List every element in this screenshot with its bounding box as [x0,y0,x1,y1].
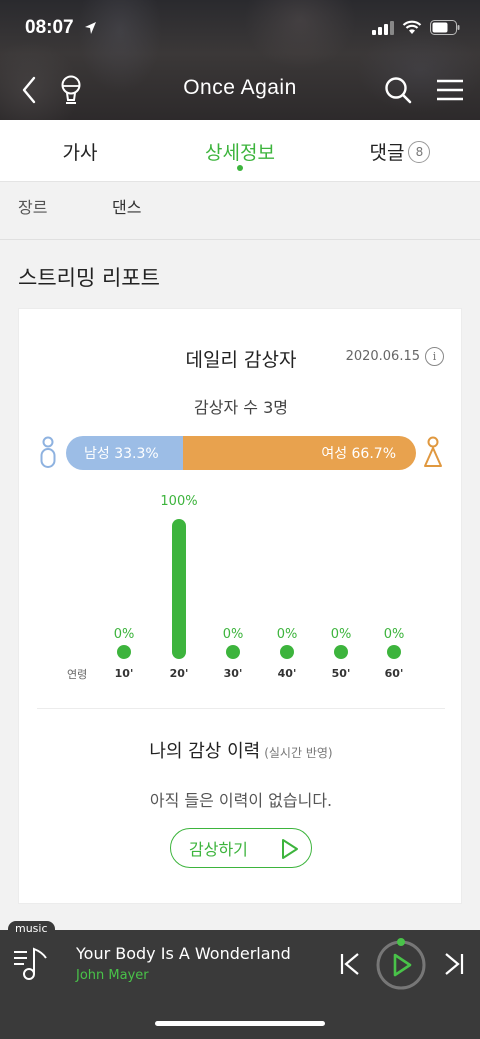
gender-ratio-bar: 남성 33.3% 여성 66.7% [66,436,416,470]
wifi-icon [402,20,422,34]
tab-lyrics-label: 가사 [62,142,98,164]
female-ratio-label: 여성 66.7% [321,446,396,462]
tab-comments-label: 댓글 [369,142,405,164]
age-bar-0 [117,645,131,659]
listen-button-label: 감상하기 [189,840,248,859]
tab-comments[interactable]: 댓글 8 [320,120,480,181]
history-empty-message: 아직 들은 이력이 없습니다. [149,791,333,810]
status-bar: 08:07 [0,0,480,58]
signal-icon [372,20,394,35]
report-date: 2020.06.15 [345,349,420,364]
age-bar-value-4: 0% [331,627,352,642]
age-tick-label-0: 10' [115,667,134,680]
history-title-text: 나의 감상 이력 [149,741,261,762]
previous-track-icon[interactable] [338,952,362,976]
home-indicator [155,1021,325,1026]
age-bar-value-3: 0% [277,627,298,642]
age-tick-label-2: 30' [224,667,243,680]
male-segment: 남성 33.3% [66,436,183,470]
info-icon[interactable]: i [425,347,444,366]
age-tick-label-1: 20' [170,667,189,680]
now-playing-title: Your Body Is A Wonderland [76,944,291,963]
male-icon [40,436,56,468]
tab-lyrics[interactable]: 가사 [0,120,160,181]
history-realtime-note: (실시간 반영) [264,746,333,760]
age-tick-label-3: 40' [278,667,297,680]
male-ratio-label: 남성 33.3% [84,446,159,462]
history-title: 나의 감상 이력 (실시간 반영) [19,737,463,763]
age-bar-value-0: 0% [114,627,135,642]
hamburger-menu-icon [437,79,463,101]
location-arrow-icon [85,22,96,34]
divider [37,708,445,709]
active-tab-indicator [237,165,243,171]
next-track-icon[interactable] [442,952,466,976]
age-bar-2 [226,645,240,659]
age-bar-value-5: 0% [384,627,405,642]
play-pause-button[interactable] [374,934,428,990]
nav-bar: Once Again [0,68,480,112]
status-icons [372,20,460,35]
music-tag: music [8,921,55,938]
streaming-report-card: 데일리 감상자 2020.06.15 i 감상자 수 3명 남성 33.3% 여… [18,308,462,904]
age-bar-5 [387,645,401,659]
age-bar-4 [334,645,348,659]
search-icon [385,77,412,104]
genre-row: 장르 댄스 [0,182,480,240]
playlist-icon[interactable] [12,946,52,982]
age-bar-1 [172,519,186,659]
female-segment: 여성 66.7% [183,436,416,470]
play-icon [282,839,298,859]
age-axis-label: 연령 [67,668,88,681]
now-playing-artist: John Mayer [76,968,149,983]
genre-value: 댄스 [112,198,142,217]
tab-details-label: 상세정보 [205,142,275,164]
female-icon [424,436,442,467]
battery-icon [430,20,460,35]
age-distribution-chart: 0% 10' 100% 20' 0% 30' 0% 40' 0% 50' 0% 60' [114,494,405,680]
age-bar-value-1: 100% [160,494,197,509]
genre-label: 장르 [18,198,48,217]
section-title: 스트리밍 리포트 [18,266,160,290]
tab-bar: 가사 상세정보 댓글 8 [0,120,480,182]
status-time: 08:07 [25,17,74,38]
age-tick-label-4: 50' [332,667,351,680]
comment-count-badge: 8 [408,141,431,163]
tab-details[interactable]: 상세정보 [160,120,320,181]
age-bar-value-2: 0% [223,627,244,642]
age-tick-label-5: 60' [385,667,404,680]
listen-button[interactable]: 감상하기 [170,828,312,868]
age-bar-3 [280,645,294,659]
menu-button[interactable] [434,72,466,108]
search-button[interactable] [382,72,414,108]
mini-player[interactable]: Your Body Is A Wonderland John Mayer [0,930,480,1039]
listener-count: 감상자 수 3명 [194,398,288,417]
header: 08:07 Once Again [0,0,480,120]
